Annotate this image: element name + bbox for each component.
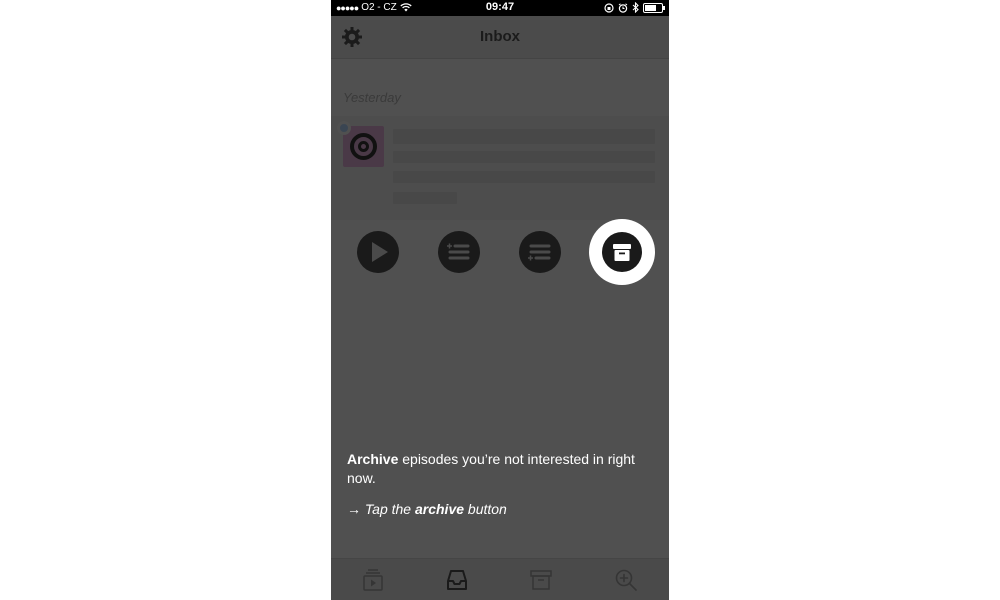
unplayed-indicator (337, 121, 351, 135)
phone-screen: ●●●●● O2 - CZ 09:47 Inbox Yesterday Arch… (331, 0, 669, 600)
onboarding-tip: Archive episodes you’re not interested i… (347, 450, 653, 519)
play-button[interactable] (357, 231, 399, 273)
tip-description: Archive episodes you’re not interested i… (347, 450, 653, 488)
episode-meta-placeholder (393, 151, 655, 163)
tip-bold-word: Archive (347, 451, 399, 467)
episode-duration-placeholder (393, 192, 457, 204)
status-right (604, 2, 665, 13)
archive-button-core (602, 232, 642, 272)
episode-row[interactable] (331, 116, 669, 220)
inbox-icon[interactable] (445, 568, 469, 592)
tip-instruction-suffix: button (464, 501, 507, 517)
tip-instruction-bold: archive (414, 501, 465, 517)
archive-icon (613, 244, 631, 261)
tip-arrow: → (347, 501, 361, 517)
orientation-lock-icon (604, 2, 614, 13)
bluetooth-icon (632, 2, 639, 13)
archive-button-highlighted[interactable] (589, 219, 655, 285)
episode-desc-placeholder (393, 171, 655, 183)
episode-title-placeholder (393, 129, 655, 144)
section-header-yesterday: Yesterday (343, 90, 401, 105)
battery-icon (643, 2, 665, 13)
play-icon (372, 242, 388, 262)
archive-tab-icon[interactable] (529, 568, 553, 592)
play-last-icon (528, 244, 551, 261)
status-bar: ●●●●● O2 - CZ 09:47 (331, 0, 669, 16)
play-next-button[interactable] (438, 231, 480, 273)
queue-icon[interactable] (361, 568, 385, 592)
artwork-inner-ring (358, 141, 369, 152)
play-last-button[interactable] (519, 231, 561, 273)
tab-bar (331, 558, 669, 600)
alarm-icon (618, 2, 628, 13)
navigation-bar: Inbox (331, 16, 669, 59)
play-next-icon (447, 243, 470, 260)
page-title: Inbox (480, 28, 520, 45)
search-add-icon[interactable] (614, 568, 638, 592)
tip-instruction-prefix: Tap the (361, 501, 415, 517)
tip-instruction: → Tap the archive button (347, 500, 653, 519)
